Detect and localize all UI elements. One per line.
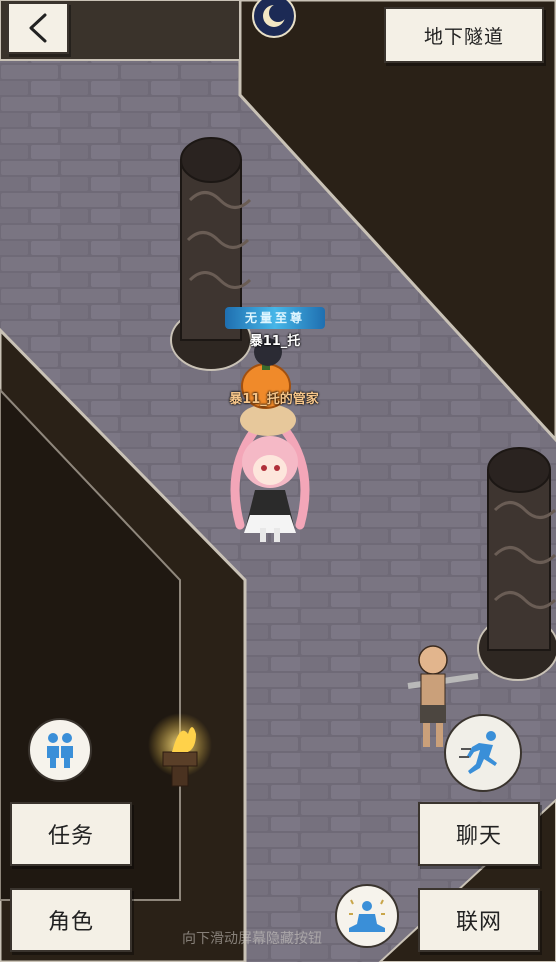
chat-button[interactable]: 聊天: [418, 802, 540, 866]
player-title-banner: 无量至尊: [225, 307, 325, 329]
network-button[interactable]: 联网: [418, 888, 540, 952]
meditating-figure-icon: [349, 899, 385, 932]
two-people-icon: [47, 733, 73, 768]
player-title: 无量至尊: [244, 311, 305, 325]
location-label: 地下隧道: [384, 7, 544, 63]
pillar-2: [477, 447, 556, 681]
character-button[interactable]: 角色: [10, 888, 132, 952]
swipe-hint: 向下滑动屏幕隐藏按钮: [182, 931, 322, 947]
running-figure-icon: [459, 731, 497, 774]
run-button[interactable]: [444, 714, 522, 792]
quest-button[interactable]: 任务: [10, 802, 132, 866]
pet-name: 暴11_托的管家: [229, 392, 319, 407]
team-button[interactable]: [28, 718, 92, 782]
player-name: 暴11_托: [249, 334, 301, 349]
meditate-button[interactable]: [335, 884, 399, 948]
moon-clock-icon: [263, 4, 287, 27]
back-button[interactable]: [7, 2, 69, 54]
chevron-left-icon: [29, 13, 47, 43]
